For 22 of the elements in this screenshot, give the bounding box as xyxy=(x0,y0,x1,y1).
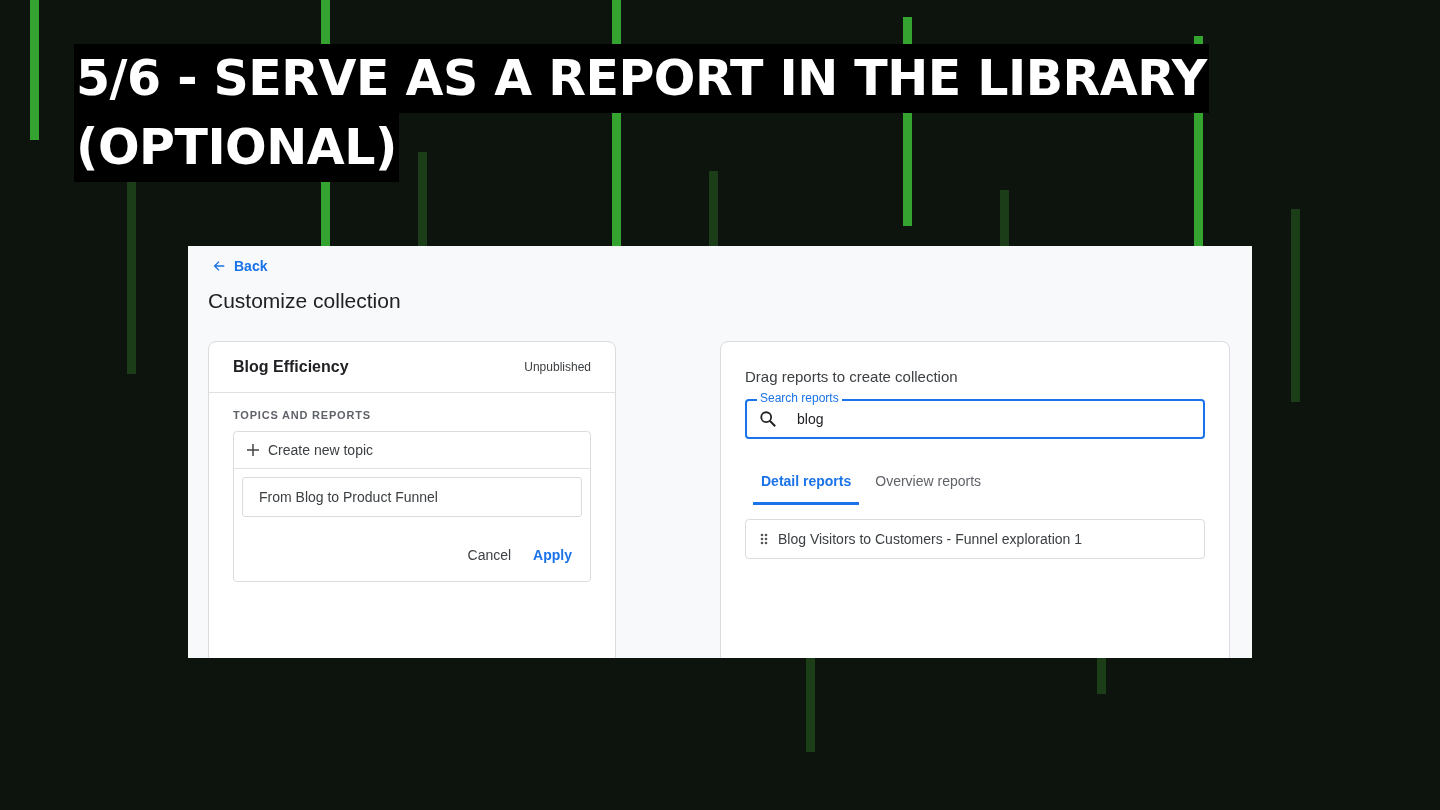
report-name: Blog Visitors to Customers - Funnel exploration 1 xyxy=(778,531,1082,547)
reports-heading: Drag reports to create collection xyxy=(745,368,959,385)
create-topic-button[interactable]: Create new topic xyxy=(234,432,590,469)
status-label: Unpublished xyxy=(524,360,591,374)
page-title: Customize collection xyxy=(208,289,402,313)
report-tab[interactable]: Overview reports xyxy=(867,465,990,505)
collection-name: Blog Efficiency xyxy=(233,358,349,376)
search-label: Search reports xyxy=(757,391,842,405)
slide-title: (OPTIONAL) xyxy=(74,113,399,182)
section-label: TOPICS AND REPORTS xyxy=(233,409,372,421)
topic-name-field[interactable]: From Blog to Product Funnel xyxy=(242,477,582,517)
plus-icon xyxy=(246,443,260,457)
report-item[interactable]: Blog Visitors to Customers - Funnel exploration 1 xyxy=(745,519,1205,559)
back-label: Back xyxy=(234,258,268,274)
apply-button[interactable]: Apply xyxy=(525,541,580,569)
report-tab[interactable]: Detail reports xyxy=(753,465,860,505)
back-arrow-icon xyxy=(212,259,226,273)
search-icon xyxy=(759,410,777,428)
back-link[interactable]: Back xyxy=(208,256,272,276)
drag-handle-icon xyxy=(760,533,768,545)
slide-title: 5/6 - SERVE AS A REPORT IN THE LIBRARY xyxy=(74,44,1209,113)
cancel-button[interactable]: Cancel xyxy=(459,541,520,569)
